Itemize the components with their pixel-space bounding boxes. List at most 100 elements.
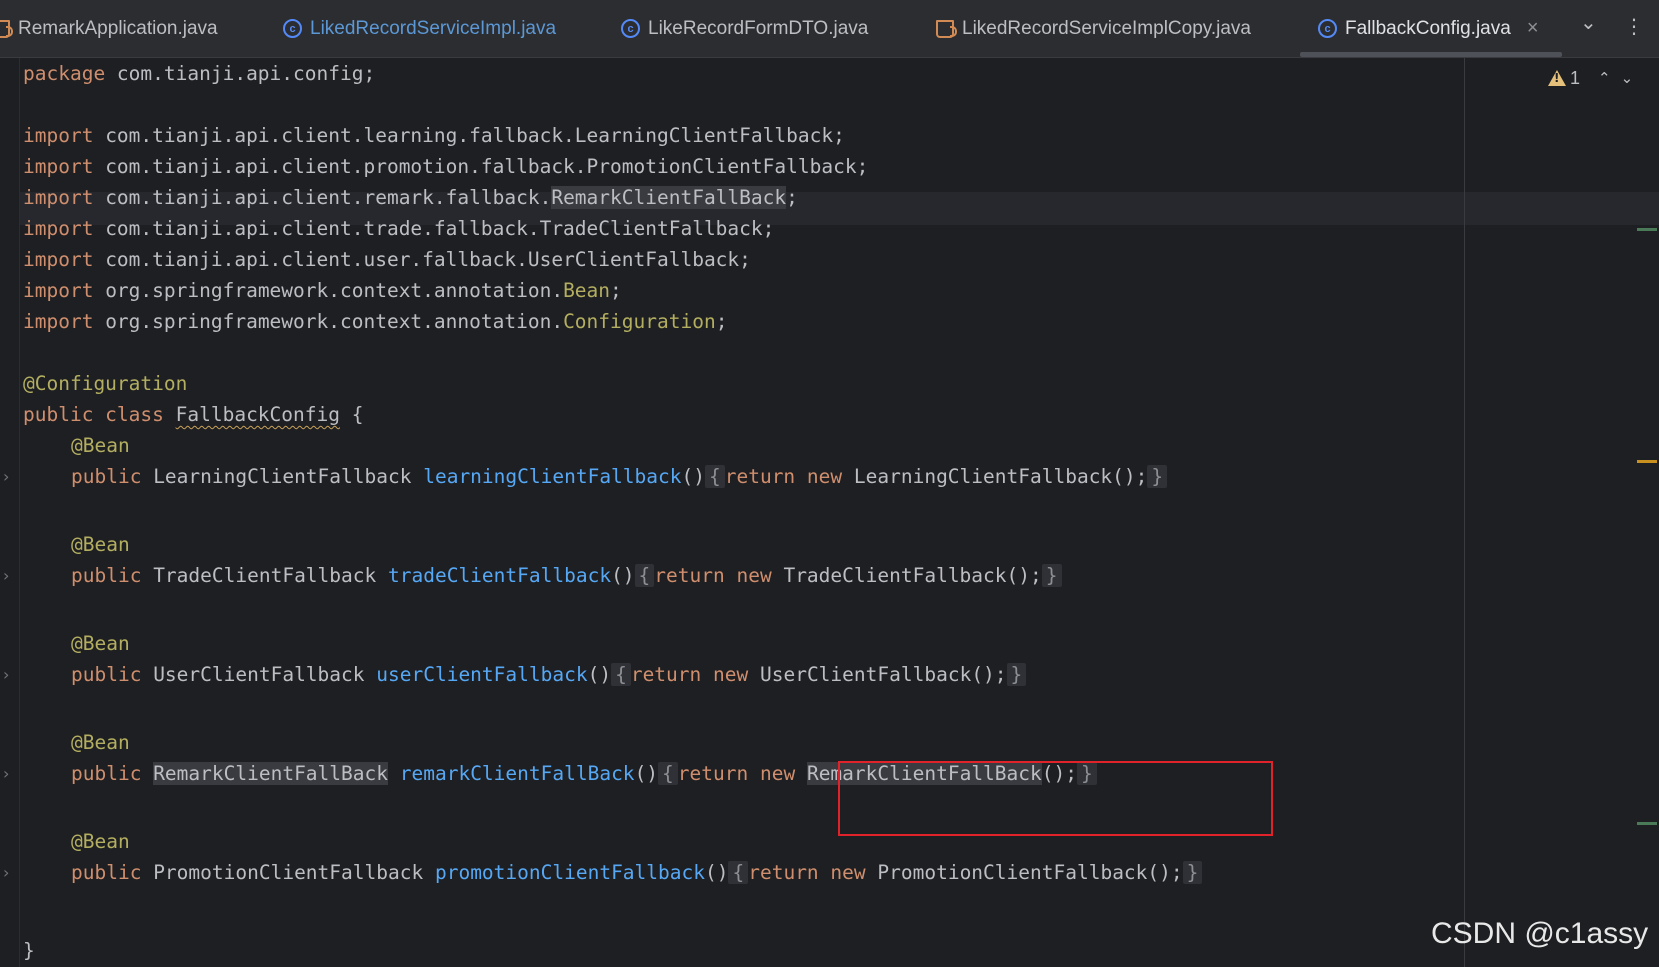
code-editor[interactable]: 1 ⌃ ⌄ package com.tianji.api.config; imp… [0,58,1659,967]
folded-open-brace: { [611,663,631,686]
warning-count: 1 [1570,67,1581,88]
fold-icon[interactable]: › [3,460,13,493]
fold-icon[interactable]: › [3,559,13,592]
import-path: com.tianji.api.client.remark.fallback. [93,186,552,209]
class-icon: c [283,19,302,38]
fold-icon[interactable]: › [3,757,13,790]
scrollbar-warning-mark[interactable] [1637,460,1657,463]
tab-label: LikeRecordFormDTO.java [648,17,869,39]
parens: () [705,861,729,884]
annotation: @Bean [71,632,130,655]
scrollbar-change-mark[interactable] [1637,228,1657,231]
more-options-icon[interactable]: ⋮ [1624,14,1644,38]
method-name: learningClientFallback [423,465,682,488]
method-name: userClientFallback [376,663,588,686]
keyword: import [23,279,94,302]
close-brace: } [23,939,35,962]
import-path: com.tianji.api.client.learning.fallback. [93,124,575,147]
tab-label: LikedRecordServiceImplCopy.java [962,17,1251,39]
fold-icon[interactable]: › [3,856,13,889]
keyword: new [830,861,878,884]
folded-close-brace: } [1147,465,1168,488]
return-type: TradeClientFallback [153,564,377,587]
import-path: com.tianji.api.client.trade.fallback. [93,217,540,240]
keyword: import [23,310,94,333]
keyword: import [23,186,94,209]
class-icon: c [1318,19,1337,38]
chevron-down-icon[interactable]: ⌄ [1621,69,1634,87]
import-class-highlighted: RemarkClientFallBack [551,186,787,209]
import-path: org.springframework.context.annotation. [93,310,564,333]
import-class: Configuration [563,310,716,333]
highlight-rectangle [838,761,1273,836]
annotation: @Bean [71,533,130,556]
call-tail: (); [1006,564,1042,587]
tab-like-record-form-dto[interactable]: c LikeRecordFormDTO.java [621,0,868,57]
keyword: new [736,564,784,587]
inspection-widget[interactable]: 1 ⌃ ⌄ [1548,66,1633,90]
parens: () [681,465,705,488]
import-path: com.tianji.api.client.user.fallback. [93,248,528,271]
code-line-class-annotation: @Configuration [23,367,187,400]
semicolon: ; [610,279,622,302]
java-file-icon [0,19,13,38]
code-line-method: public LearningClientFallback learningCl… [71,460,1168,493]
semicolon: ; [715,310,728,333]
tab-remark-application[interactable]: RemarkApplication.java [0,0,218,57]
code-line-class-close: } [23,934,35,967]
code-line-package: package com.tianji.api.config; [23,57,375,90]
keyword: return [724,465,807,488]
call-tail: (); [971,663,1007,686]
class-name: FallbackConfig [175,403,340,426]
keyword: new [759,762,807,785]
call-tail: (); [1112,465,1148,488]
fold-icon[interactable]: › [3,658,13,691]
parens: () [634,762,659,785]
parens: () [587,663,612,686]
keyword: public [71,465,154,488]
folded-open-brace: { [634,564,655,587]
chevron-up-icon[interactable]: ⌃ [1598,69,1611,87]
code-line-import: import org.springframework.context.annot… [23,274,622,307]
constructor: LearningClientFallback [853,465,1113,488]
java-file-icon [936,19,957,38]
folded-open-brace: { [658,762,678,785]
scrollbar-change-mark[interactable] [1637,822,1657,825]
semicolon: ; [739,248,751,271]
annotation: @Configuration [23,372,188,395]
code-line-method: public UserClientFallback userClientFall… [71,658,1027,691]
return-type: LearningClientFallback [153,465,412,488]
class-icon: c [621,19,640,38]
tab-fallback-config[interactable]: c FallbackConfig.java × [1318,0,1539,57]
open-brace: { [340,403,364,426]
import-class: UserClientFallback [527,248,740,271]
constructor: PromotionClientFallback [877,861,1148,884]
folded-close-brace: } [1006,663,1027,686]
keyword: package [23,62,106,85]
code-line-import: import com.tianji.api.client.remark.fall… [23,181,798,214]
semicolon: ; [833,124,845,147]
tab-liked-record-service-impl[interactable]: c LikedRecordServiceImpl.java [283,0,556,57]
keyword: return [748,861,831,884]
code-line-import: import com.tianji.api.client.user.fallba… [23,243,751,276]
annotation: @Bean [71,731,130,754]
keyword: new [713,663,760,686]
tab-liked-record-service-impl-copy[interactable]: LikedRecordServiceImplCopy.java [936,0,1251,57]
keyword: import [23,217,94,240]
tab-label: FallbackConfig.java [1345,17,1511,39]
chevron-down-icon[interactable]: ⌄ [1580,10,1597,34]
import-class: PromotionClientFallback [586,155,857,178]
code-line-annotation: @Bean [71,825,130,858]
parens: () [611,564,635,587]
close-icon[interactable]: × [1527,17,1539,40]
constructor: TradeClientFallback [783,564,1007,587]
folded-open-brace: { [704,465,725,488]
code-line-method: public PromotionClientFallback promotion… [71,856,1203,889]
tab-label: RemarkApplication.java [18,17,218,39]
import-class: Bean [563,279,611,302]
keyword: public class [23,403,176,426]
code-line-method: public TradeClientFallback tradeClientFa… [71,559,1062,592]
keyword: return [677,762,760,785]
method-name: remarkClientFallBack [399,762,635,785]
return-type: PromotionClientFallback [153,861,424,884]
